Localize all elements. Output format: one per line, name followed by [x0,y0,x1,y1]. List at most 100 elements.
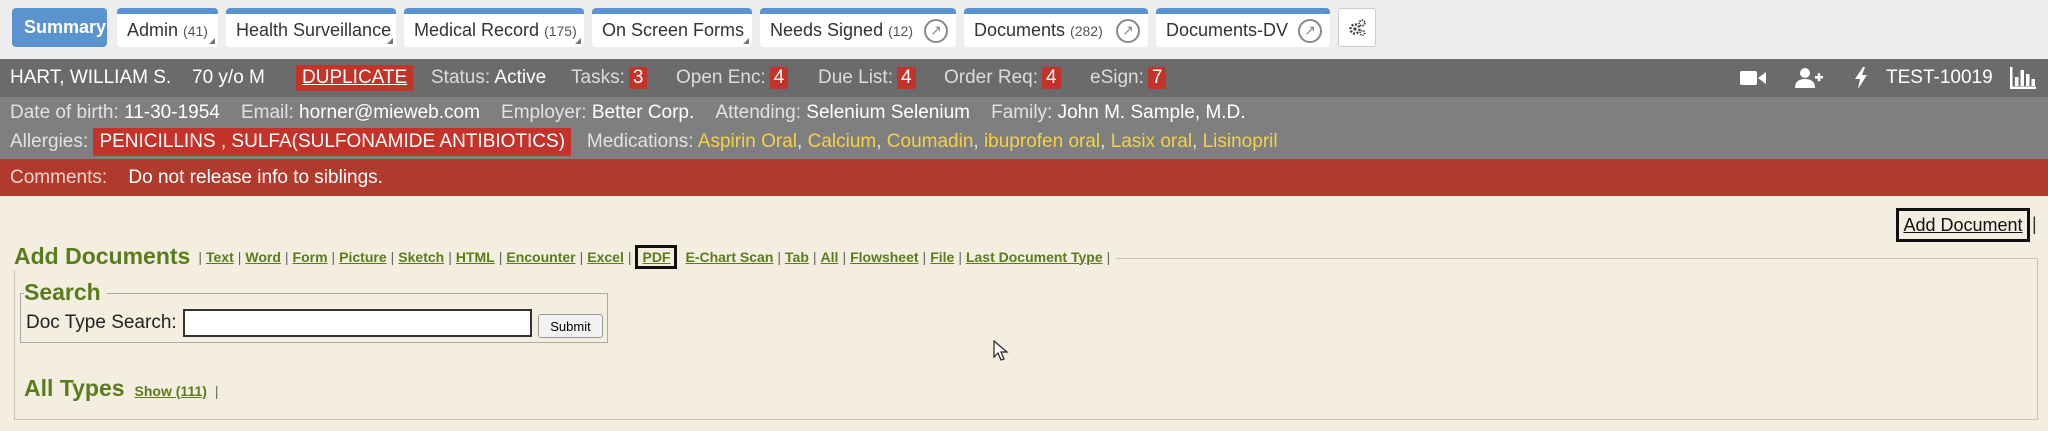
due-list-label: Due List: [818,67,893,88]
tab-count: (175) [544,22,577,39]
tab-label: Needs Signed [770,20,884,40]
due-list-group[interactable]: Due List: 4 [818,59,916,97]
resize-corner-icon [575,38,581,44]
demographics-line: Date of birth: 11-30-1954 Email: horner@… [10,99,1246,127]
clinical-line: Allergies: PENICILLINS , SULFA(SULFONAMI… [10,128,1278,156]
doc-type-link-word[interactable]: Word [245,249,281,265]
add-documents-panel: Add Document | Add Documents | Text | Word… [0,196,2048,431]
status-label: Status: [431,67,491,88]
doc-type-link-last-document-type[interactable]: Last Document Type [966,249,1103,265]
all-types-row: All Types Show (111) | [24,375,219,402]
family-value: John M. Sample, M.D. [1057,102,1246,123]
submit-button[interactable]: Submit [538,314,603,338]
attending-value: Selenium Selenium [806,102,970,123]
separator: , [1192,131,1203,152]
popout-icon[interactable]: ↗ [1116,18,1140,43]
medication-item[interactable]: ibuprofen oral [984,131,1100,152]
doc-type-link-html[interactable]: HTML [456,249,495,265]
order-req-group[interactable]: Order Req: 4 [944,59,1061,97]
due-list-badge[interactable]: 4 [896,67,916,89]
doc-type-search-label: Doc Type Search: [26,312,177,333]
patient-details-bar: Date of birth: 11-30-1954 Email: horner@… [0,97,2048,159]
family-label: Family: [991,102,1053,123]
separator: | [2032,214,2037,234]
tab-label: On Screen Forms [602,20,745,40]
all-types-title: All Types [24,375,125,401]
doc-type-link-form[interactable]: Form [293,249,328,265]
tab-needs-signed[interactable]: Needs Signed (12) ↗ [760,8,956,47]
medications-label: Medications: [586,131,694,152]
tab-count: (282) [1070,22,1103,39]
separator: , [876,131,887,152]
show-all-types-link[interactable]: Show (111) [135,383,207,399]
allergies-value[interactable]: PENICILLINS , SULFA(SULFONAMIDE ANTIBIOT… [93,128,572,156]
doc-type-link-sketch[interactable]: Sketch [398,249,444,265]
doc-type-link-excel[interactable]: Excel [587,249,624,265]
duplicate-link[interactable]: DUPLICATE [296,65,414,91]
open-enc-badge[interactable]: 4 [769,67,789,89]
popout-icon[interactable]: ↗ [924,18,948,43]
lightning-icon[interactable] [1854,59,1868,97]
settings-gear-button[interactable] [1338,8,1376,47]
tab-admin[interactable]: Admin (41) [117,8,218,47]
add-document-button[interactable]: Add Document [1896,208,2030,242]
medication-item[interactable]: Calcium [808,131,877,152]
doc-type-link-echart-scan[interactable]: E-Chart Scan [685,249,773,265]
attending-label: Attending: [715,102,801,123]
email-value: horner@mieweb.com [299,102,480,123]
comments-label: Comments: [10,167,108,188]
doc-type-link-encounter[interactable]: Encounter [506,249,575,265]
tab-medical-record[interactable]: Medical Record (175) [404,8,584,47]
add-user-icon[interactable] [1795,59,1823,97]
chart-icon[interactable] [2010,59,2036,97]
doc-type-link-text[interactable]: Text [206,249,234,265]
tasks-badge[interactable]: 3 [628,67,648,89]
tab-health-surveillance[interactable]: Health Surveillance [226,8,396,47]
add-documents-title: Add Documents [14,243,191,269]
order-req-badge[interactable]: 4 [1041,67,1061,89]
doc-type-link-all[interactable]: All [821,249,839,265]
esign-label: eSign: [1090,67,1144,88]
popout-icon[interactable]: ↗ [1298,18,1322,43]
doc-type-search-input[interactable] [183,309,532,337]
employer-label: Employer: [501,102,587,123]
esign-group[interactable]: eSign: 7 [1090,59,1167,97]
esign-badge[interactable]: 7 [1147,67,1167,89]
order-req-label: Order Req: [944,67,1038,88]
resize-corner-icon [209,38,215,44]
add-documents-legend: Add Documents | Text | Word | Form | Picture… [14,243,1117,270]
tab-label: Documents [974,20,1066,40]
doc-type-link-flowsheet[interactable]: Flowsheet [850,249,918,265]
medication-item[interactable]: Lisinopril [1203,131,1278,152]
open-enc-group[interactable]: Open Enc: 4 [676,59,789,97]
status-value: Active [494,67,547,88]
duplicate-flag[interactable]: DUPLICATE [296,59,414,97]
doc-type-link-tab[interactable]: Tab [785,249,809,265]
tab-documents-dv[interactable]: Documents-DV ↗ [1156,8,1330,47]
tab-summary[interactable]: Summary [12,8,107,47]
separator: , [973,131,984,152]
comments-value: Do not release info to siblings. [128,167,383,188]
doc-type-link-picture[interactable]: Picture [339,249,386,265]
search-title: Search [24,279,107,306]
status-group: Status: Active [431,59,546,97]
separator: , [797,131,808,152]
medication-item[interactable]: Coumadin [887,131,974,152]
doc-type-link-pdf[interactable]: PDF [635,244,678,269]
record-id: TEST-10019 [1886,67,1993,88]
tasks-group[interactable]: Tasks: 3 [571,59,648,97]
video-icon[interactable] [1740,59,1766,97]
dob-value: 11-30-1954 [124,102,220,123]
tab-on-screen-forms[interactable]: On Screen Forms [592,8,752,47]
open-enc-label: Open Enc: [676,67,766,88]
tab-documents[interactable]: Documents (282) ↗ [964,8,1148,47]
tab-label: Documents-DV [1166,20,1289,40]
patient-name: HART, WILLIAM S. [10,67,172,88]
medication-item[interactable]: Lasix oral [1111,131,1192,152]
dob-label: Date of birth: [10,102,119,123]
tab-bar: Summary Admin (41) Health Surveillance Me… [0,0,2048,59]
doc-type-link-file[interactable]: File [930,249,954,265]
employer-value: Better Corp. [591,102,695,123]
allergies-label: Allergies: [10,131,89,152]
medication-item[interactable]: Aspirin Oral [698,131,797,152]
